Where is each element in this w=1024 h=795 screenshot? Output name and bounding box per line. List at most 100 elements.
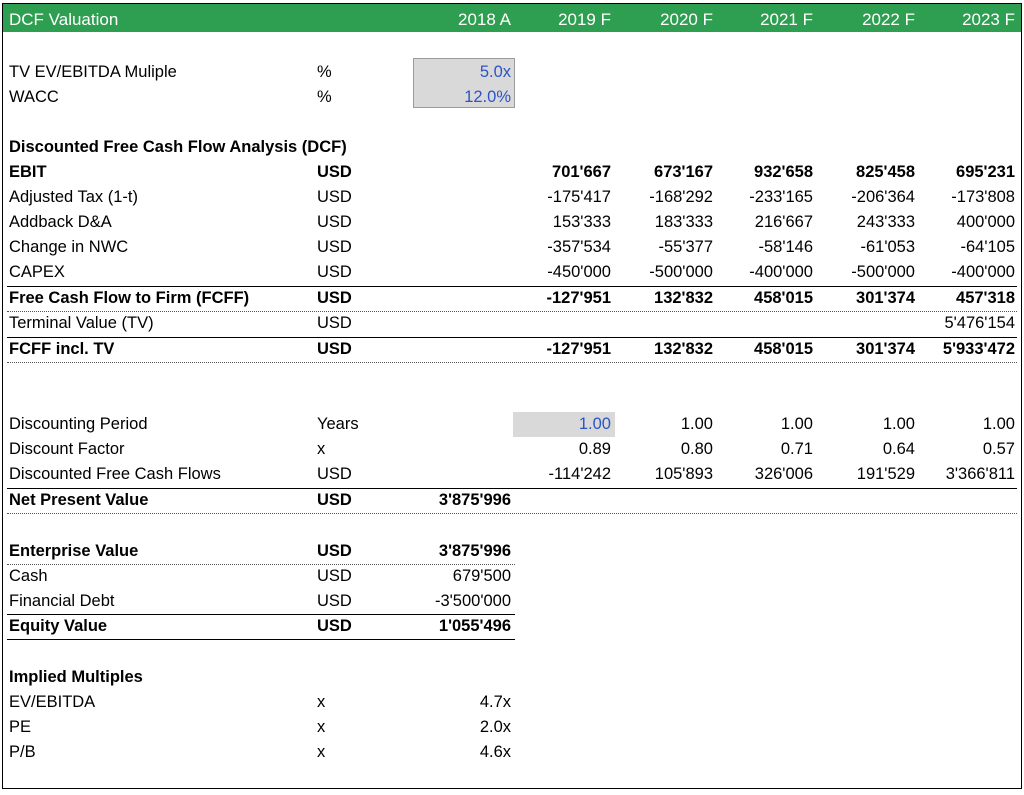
row-label: Addback D&A: [9, 213, 112, 231]
multiples-title-row: Implied Multiples: [3, 665, 1021, 690]
cell-2021: -233'165: [749, 188, 813, 206]
dcf-section-title: Discounted Free Cash Flow Analysis (DCF): [9, 138, 347, 156]
cell-2021: -400'000: [749, 263, 813, 281]
bridge-row-debt: Financial Debt USD -3'500'000: [3, 589, 1021, 614]
row-unit: USD: [317, 567, 352, 585]
cell-2019: 153'333: [552, 213, 611, 231]
row-unit: USD: [317, 289, 352, 307]
npv-bottom-border: [7, 513, 1017, 514]
cell-2020: -55'377: [658, 238, 713, 256]
cell-2021: 216'667: [754, 213, 813, 231]
cell-2021: 932'658: [754, 163, 813, 181]
cell-2023: 3'366'811: [945, 465, 1015, 483]
cell-2023: 457'318: [956, 289, 1015, 307]
multiples-section-title: Implied Multiples: [9, 668, 143, 686]
cell-2023: -64'105: [960, 238, 1015, 256]
year-header-2022: 2022 F: [862, 10, 915, 29]
cell-2019: -450'000: [547, 263, 611, 281]
dcf-row-da: Addback D&A USD 153'333 183'333 216'667 …: [3, 210, 1021, 235]
cell-2020: 132'832: [654, 340, 713, 358]
year-header-2020: 2020 F: [660, 10, 713, 29]
disc-row-discounted-fcf: Discounted Free Cash Flows USD -114'242 …: [3, 462, 1021, 487]
row-unit: USD: [317, 491, 352, 509]
ev-value: 3'875'996: [438, 542, 511, 560]
row-label: WACC: [9, 88, 59, 106]
row-unit: USD: [317, 542, 352, 560]
row-unit: x: [317, 743, 326, 761]
row-unit: USD: [317, 465, 352, 483]
row-label: EV/EBITDA: [9, 693, 96, 711]
cell-2022: 243'333: [856, 213, 915, 231]
dcf-row-ebit: EBIT USD 701'667 673'167 932'658 825'458…: [3, 160, 1021, 185]
fcff-tv-bottom-border: [7, 362, 1017, 363]
row-unit: USD: [317, 213, 352, 231]
cell-2019: -114'242: [548, 465, 611, 483]
cell-2020: -500'000: [649, 263, 713, 281]
cash-value: 679'500: [452, 567, 511, 585]
multiple-row-ev-ebitda: EV/EBITDA x 4.7x: [3, 690, 1021, 715]
cell-2023: -400'000: [951, 263, 1015, 281]
npv-row: Net Present Value USD 3'875'996: [3, 488, 1021, 513]
year-header-2018: 2018 A: [458, 10, 511, 29]
cell-2020: 132'832: [654, 289, 713, 307]
row-unit: %: [317, 88, 332, 106]
row-label: Change in NWC: [9, 238, 129, 256]
row-unit: USD: [317, 592, 352, 610]
ev-ebitda-value: 4.7x: [479, 693, 511, 711]
row-unit: USD: [317, 238, 352, 256]
disc-row-period: Discounting Period Years 1.00 1.00 1.00 …: [3, 412, 1021, 437]
dcf-spreadsheet: DCF Valuation 2018 A 2019 F 2020 F 2021 …: [2, 3, 1022, 789]
cell-2021: 0.71: [780, 440, 813, 458]
row-label: PE: [9, 718, 32, 736]
assumption-row-wacc: WACC % 12.0%: [3, 85, 1021, 110]
pb-value: 4.6x: [479, 743, 511, 761]
bridge-row-ev: Enterprise Value USD 3'875'996: [3, 539, 1021, 564]
cell-2019: 0.89: [578, 440, 611, 458]
cell-2023: 695'231: [956, 163, 1015, 181]
discount-period-input[interactable]: 1.00: [513, 412, 611, 437]
multiple-row-pb: P/B x 4.6x: [3, 740, 1021, 765]
row-label: CAPEX: [9, 263, 65, 281]
row-label: Free Cash Flow to Firm (FCFF): [9, 289, 250, 307]
row-label: Terminal Value (TV): [9, 314, 154, 332]
row-label: Discounted Free Cash Flows: [9, 465, 221, 483]
row-unit: USD: [317, 188, 352, 206]
cell-2023: 5'933'472: [942, 340, 1015, 358]
cell-2019: 701'667: [552, 163, 611, 181]
cell-2022: 301'374: [856, 289, 915, 307]
cell-2022: 301'374: [856, 340, 915, 358]
cell-2022: -500'000: [851, 263, 915, 281]
assumption-row-tv-multiple: TV EV/EBITDA Muliple % 5.0x: [3, 60, 1021, 85]
row-label: EBIT: [9, 163, 47, 181]
equity-bottom-border: [7, 639, 515, 640]
npv-value: 3'875'996: [438, 491, 511, 509]
cell-2022: 0.64: [882, 440, 915, 458]
row-unit: USD: [317, 340, 352, 358]
multiple-row-pe: PE x 2.0x: [3, 715, 1021, 740]
cell-2019: -175'417: [547, 188, 611, 206]
row-label: P/B: [9, 743, 36, 761]
cell-2021: 326'006: [754, 465, 813, 483]
cell-2022: -206'364: [851, 188, 915, 206]
disc-row-factor: Discount Factor x 0.89 0.80 0.71 0.64 0.…: [3, 437, 1021, 462]
row-label: Equity Value: [9, 617, 108, 635]
tv-multiple-input[interactable]: 5.0x: [413, 60, 511, 85]
dcf-row-terminal-value: Terminal Value (TV) USD 5'476'154: [3, 311, 1021, 336]
row-label: Discount Factor: [9, 440, 125, 458]
cell-2023: 400'000: [956, 213, 1015, 231]
dcf-row-tax: Adjusted Tax (1-t) USD -175'417 -168'292…: [3, 185, 1021, 210]
cell-2022: -61'053: [860, 238, 915, 256]
cell-2019: -357'534: [547, 238, 611, 256]
bridge-row-cash: Cash USD 679'500: [3, 564, 1021, 589]
dcf-row-fcff-incl-tv: FCFF incl. TV USD -127'951 132'832 458'0…: [3, 337, 1021, 362]
cell-2023: -173'808: [951, 188, 1015, 206]
cell-2020: 0.80: [680, 440, 713, 458]
pe-value: 2.0x: [479, 718, 511, 736]
header-bar: DCF Valuation 2018 A 2019 F 2020 F 2021 …: [3, 4, 1021, 32]
row-label: Discounting Period: [9, 415, 148, 433]
row-label: Financial Debt: [9, 592, 115, 610]
cell-2020: 673'167: [654, 163, 713, 181]
row-unit: USD: [317, 314, 352, 332]
cell-2019: -127'951: [546, 340, 611, 358]
wacc-input[interactable]: 12.0%: [413, 85, 511, 110]
